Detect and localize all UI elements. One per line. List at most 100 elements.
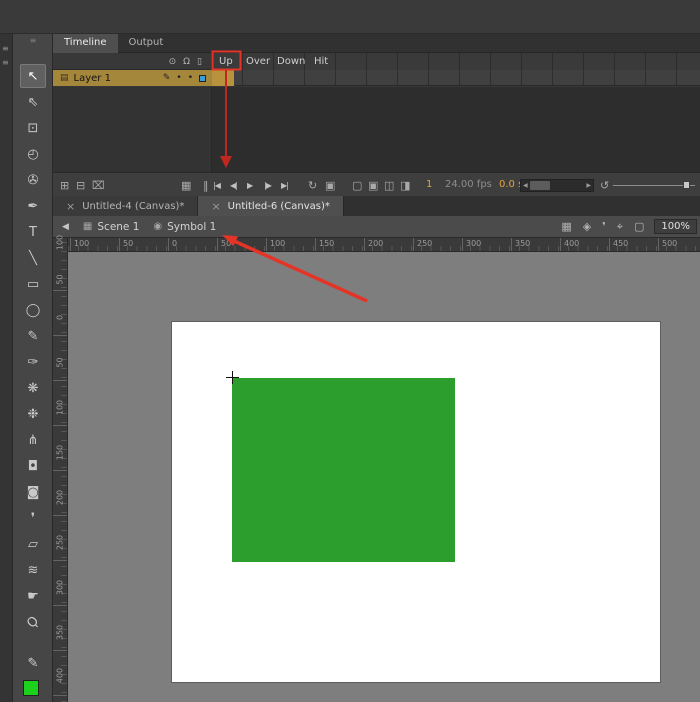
pasteboard[interactable] xyxy=(68,252,700,702)
clip-outline-icon[interactable]: ▢ xyxy=(634,220,644,233)
onion-skin-button[interactable]: ▢ xyxy=(352,177,362,193)
oval-tool[interactable]: ◯ xyxy=(20,298,46,322)
zoom-tool[interactable]: Ϙ xyxy=(20,610,46,634)
active-frame-cell[interactable] xyxy=(212,70,234,86)
zoom-level-select[interactable]: 100% xyxy=(654,219,697,234)
outline-column-icon[interactable]: ▯ xyxy=(197,57,202,67)
h-ruler-label: 50 xyxy=(221,239,231,248)
text-tool[interactable]: T xyxy=(20,220,46,244)
oval-tool-icon: ◯ xyxy=(26,303,41,318)
hand-tool[interactable]: ☛ xyxy=(20,584,46,608)
frame-label-down[interactable]: Down xyxy=(277,56,305,67)
panel-tab-timeline[interactable]: Timeline xyxy=(53,34,118,53)
application-window: ≡≡ ≡ ✎ ↖⇖⊡◴✇✒T╲▭◯✎✑❋❉⋔◘◙❜▱≋☛Ϙ TimelineOu… xyxy=(0,0,700,702)
eyedropper-tool-icon: ❜ xyxy=(31,511,35,526)
selection-tool[interactable]: ↖ xyxy=(20,64,46,88)
close-tab-icon[interactable]: × xyxy=(66,200,75,213)
free-transform-tool[interactable]: ⊡ xyxy=(20,116,46,140)
lasso-tool[interactable]: ✇ xyxy=(20,168,46,192)
subselection-tool[interactable]: ⇖ xyxy=(20,90,46,114)
layer-outline-color-swatch[interactable] xyxy=(199,75,206,82)
fill-color-swatch[interactable] xyxy=(23,680,39,696)
play-button[interactable]: ▶ xyxy=(247,177,252,193)
drawn-rectangle[interactable] xyxy=(232,378,455,562)
eraser-tool[interactable]: ▱ xyxy=(20,532,46,556)
3d-rotation-tool[interactable]: ◴ xyxy=(20,142,46,166)
pencil-tool[interactable]: ✎ xyxy=(20,324,46,348)
frame-range-button[interactable]: ▣ xyxy=(325,177,335,193)
modify-markers-button[interactable]: ◨ xyxy=(400,177,410,193)
stroke-pencil-icon: ✎ xyxy=(28,656,39,671)
loop-button[interactable]: ↻ xyxy=(308,177,317,193)
scene-label: Scene 1 xyxy=(97,221,139,233)
step-forward-button[interactable]: |▶ xyxy=(264,177,271,193)
pen-tool[interactable]: ✒ xyxy=(20,194,46,218)
document-tab-untitled-6[interactable]: ×Untitled-6 (Canvas)* xyxy=(198,196,343,216)
frame-label-hit[interactable]: Hit xyxy=(314,56,328,67)
layer-frames-strip[interactable] xyxy=(212,70,700,86)
bone-tool[interactable]: ⋔ xyxy=(20,428,46,452)
tools-panel-grip-icon[interactable]: ≡ xyxy=(13,36,53,45)
frame-label-up[interactable]: Up xyxy=(219,56,233,67)
center-stage-icon[interactable]: ⌖ xyxy=(617,220,623,234)
timeline-empty-area xyxy=(53,87,700,172)
layer-lock-dot[interactable]: • xyxy=(188,73,193,83)
layer-row[interactable]: ▤ Layer 1 ✎ • • xyxy=(53,70,700,86)
deco-tool[interactable]: ❉ xyxy=(20,402,46,426)
paint-bucket-tool[interactable]: ◘ xyxy=(20,454,46,478)
go-to-first-frame-button[interactable]: |◀ xyxy=(213,177,220,193)
onion-outlines-button[interactable]: ▣ xyxy=(368,177,378,193)
timeline-zoom-knob[interactable] xyxy=(683,181,690,189)
scrollbar-thumb[interactable] xyxy=(530,181,550,190)
layer-name[interactable]: Layer 1 xyxy=(74,73,111,84)
panel-tab-output[interactable]: Output xyxy=(118,34,175,53)
h-ruler-label: 0 xyxy=(172,239,177,248)
delete-layer-button[interactable]: ⌧ xyxy=(92,177,105,193)
symbol-breadcrumb[interactable]: ◉ Symbol 1 xyxy=(153,221,216,233)
h-ruler-label: 50 xyxy=(123,239,133,248)
frame-rate-indicator[interactable]: 24.00 fps xyxy=(445,179,492,190)
back-button[interactable]: ◀ xyxy=(62,222,69,232)
document-tab-untitled-4[interactable]: ×Untitled-4 (Canvas)* xyxy=(53,196,198,216)
line-tool[interactable]: ╲ xyxy=(20,246,46,270)
step-back-button[interactable]: ◀| xyxy=(230,177,237,193)
layer-name-cell[interactable]: ▤ Layer 1 ✎ • • xyxy=(53,70,212,86)
timeline-scrollbar[interactable]: ◀▶ xyxy=(520,179,594,192)
vertical-ruler[interactable]: 10050050100150200250300350400 xyxy=(53,238,68,702)
timeline-panel: TimelineOutput ⊙ Ω ▯ Up Over Down Hit ▤ Layer… xyxy=(53,34,700,196)
edit-multiple-frames-button[interactable]: ◫ xyxy=(384,177,394,193)
brush-tool[interactable]: ✑ xyxy=(20,350,46,374)
edit-bar: ◀ ▦ Scene 1 ◉ Symbol 1 ▦ ◈ ❜ ⌖ ▢ 100% xyxy=(53,216,700,238)
visibility-column-icon[interactable]: ⊙ xyxy=(169,57,177,67)
ink-bottle-tool[interactable]: ◙ xyxy=(20,480,46,504)
edit-symbol-icon[interactable]: ◈ xyxy=(583,220,591,233)
camera-button[interactable]: ▦ xyxy=(181,177,191,193)
center-frame-button[interactable]: ‖ xyxy=(203,177,209,193)
ink-bottle-tool-icon: ◙ xyxy=(27,485,40,500)
horizontal-ruler[interactable]: 10050050100150200250300350400450500 xyxy=(68,238,700,252)
layer-columns-header: ⊙ Ω ▯ xyxy=(53,53,212,70)
spray-brush-tool[interactable]: ❋ xyxy=(20,376,46,400)
scene-breadcrumb[interactable]: ▦ Scene 1 xyxy=(83,221,139,233)
lock-column-icon[interactable]: Ω xyxy=(183,57,190,67)
scroll-left-icon[interactable]: ◀ xyxy=(521,182,530,189)
new-layer-button[interactable]: ⊞ xyxy=(60,177,69,193)
layer-visibility-dot[interactable]: • xyxy=(176,73,181,83)
reset-timeline-zoom-button[interactable]: ↺ xyxy=(600,177,609,193)
tools-panel: ≡ ✎ ↖⇖⊡◴✇✒T╲▭◯✎✑❋❉⋔◘◙❜▱≋☛Ϙ xyxy=(13,34,53,702)
width-tool[interactable]: ≋ xyxy=(20,558,46,582)
stage[interactable] xyxy=(172,322,660,682)
close-tab-icon[interactable]: × xyxy=(211,200,220,213)
go-to-last-frame-button[interactable]: ▶| xyxy=(281,177,288,193)
rectangle-tool[interactable]: ▭ xyxy=(20,272,46,296)
collapsed-panel-icon[interactable]: ≡ xyxy=(2,44,9,53)
droplet-icon[interactable]: ❜ xyxy=(602,220,606,233)
line-tool-icon: ╲ xyxy=(29,251,37,266)
edit-scene-icon[interactable]: ▦ xyxy=(561,220,571,233)
new-folder-button[interactable]: ⊟ xyxy=(76,177,85,193)
collapsed-panel-icon-2[interactable]: ≡ xyxy=(2,58,9,67)
stroke-color-control[interactable]: ✎ xyxy=(20,652,46,674)
eyedropper-tool[interactable]: ❜ xyxy=(20,506,46,530)
frame-label-over[interactable]: Over xyxy=(246,56,270,67)
scroll-right-icon[interactable]: ▶ xyxy=(584,182,593,189)
